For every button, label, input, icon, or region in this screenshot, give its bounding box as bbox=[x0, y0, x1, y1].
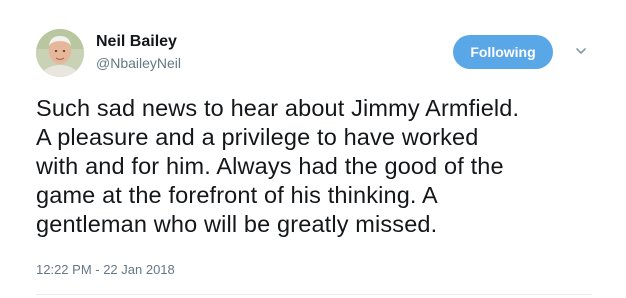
tweet-text-line: game at the forefront of his thinking. A bbox=[36, 182, 438, 208]
tweet-card: Neil Bailey @NbaileyNeil Following Such … bbox=[0, 0, 626, 298]
avatar-image bbox=[36, 29, 84, 77]
chevron-down-icon[interactable] bbox=[574, 44, 588, 58]
tweet-text: Such sad news to hear about Jimmy Armfie… bbox=[36, 94, 611, 239]
following-button[interactable]: Following bbox=[453, 35, 553, 69]
user-display-name[interactable]: Neil Bailey bbox=[96, 33, 177, 51]
tweet-text-line: with and for him. Always had the good of… bbox=[36, 153, 504, 179]
divider bbox=[36, 294, 592, 295]
tweet-text-line: Such sad news to hear about Jimmy Armfie… bbox=[36, 95, 520, 121]
tweet-text-line: A pleasure and a privilege to have worke… bbox=[36, 124, 479, 150]
tweet-text-line: gentleman who will be greatly missed. bbox=[36, 211, 438, 237]
user-handle[interactable]: @NbaileyNeil bbox=[96, 55, 181, 71]
tweet-timestamp[interactable]: 12:22 PM - 22 Jan 2018 bbox=[36, 262, 175, 278]
avatar[interactable] bbox=[36, 29, 84, 77]
